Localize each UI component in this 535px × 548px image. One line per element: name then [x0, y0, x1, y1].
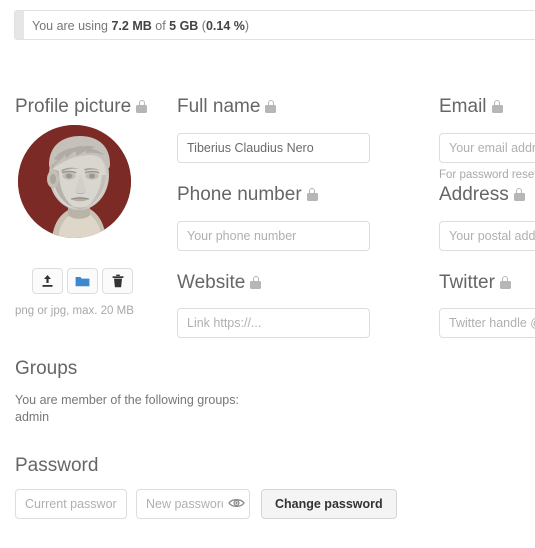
website-input[interactable]	[177, 308, 370, 338]
eye-icon[interactable]	[228, 496, 245, 510]
trash-icon	[112, 274, 123, 288]
quota-used: 7.2 MB	[111, 19, 152, 33]
groups-heading: Groups	[15, 358, 78, 379]
address-label: Address	[439, 184, 525, 206]
password-heading: Password	[15, 455, 99, 476]
change-password-button-label: Change password	[275, 497, 383, 511]
email-label: Email	[439, 96, 503, 118]
address-input[interactable]	[439, 221, 535, 251]
folder-icon	[75, 276, 90, 286]
phone-input[interactable]	[177, 221, 370, 251]
lock-icon	[491, 100, 503, 113]
full-name-input[interactable]	[177, 133, 370, 163]
current-password-input[interactable]	[15, 489, 127, 519]
upload-icon	[42, 275, 53, 287]
twitter-input[interactable]	[439, 308, 535, 338]
lock-icon	[136, 100, 148, 113]
profile-picture-heading: Profile picture	[15, 96, 148, 118]
lock-icon	[265, 100, 277, 113]
upload-picture-button[interactable]	[32, 268, 63, 294]
lock-icon	[513, 188, 525, 201]
group-item: admin	[15, 410, 50, 424]
lock-icon	[250, 276, 262, 289]
lock-icon	[306, 188, 318, 201]
quota-percent-close: )	[244, 19, 250, 33]
quota-percent: 0.14 %	[205, 19, 245, 33]
quota-total: 5 GB	[169, 19, 199, 33]
avatar	[18, 125, 131, 238]
website-label: Website	[177, 272, 262, 294]
address-label-text: Address	[439, 184, 509, 205]
email-label-text: Email	[439, 96, 487, 117]
avatar-image	[18, 125, 131, 238]
change-password-button[interactable]: Change password	[261, 489, 397, 519]
groups-intro: You are member of the following groups:	[15, 393, 239, 407]
email-input[interactable]	[439, 133, 535, 163]
profile-picture-help: png or jpg, max. 20 MB	[15, 305, 134, 317]
profile-settings-page: You are using 7.2 MB of 5 GB (0.14 %) Pr…	[0, 0, 535, 548]
phone-label-text: Phone number	[177, 184, 302, 205]
website-label-text: Website	[177, 272, 246, 293]
lock-icon	[499, 276, 511, 289]
delete-picture-button[interactable]	[102, 268, 133, 294]
full-name-label: Full name	[177, 96, 277, 118]
storage-quota-bar: You are using 7.2 MB of 5 GB (0.14 %)	[14, 10, 535, 40]
quota-percent-open: (	[198, 19, 206, 33]
twitter-label-text: Twitter	[439, 272, 495, 293]
quota-prefix: You are using	[32, 19, 112, 33]
twitter-label: Twitter	[439, 272, 511, 294]
storage-quota-fill	[15, 11, 24, 39]
quota-middle: of	[151, 19, 170, 33]
full-name-label-text: Full name	[177, 96, 261, 117]
choose-from-files-button[interactable]	[67, 268, 98, 294]
email-help: For password reset and notifications	[439, 169, 535, 181]
phone-label: Phone number	[177, 184, 318, 206]
profile-picture-heading-text: Profile picture	[15, 96, 132, 117]
storage-quota-label: You are using 7.2 MB of 5 GB (0.14 %)	[32, 11, 250, 39]
